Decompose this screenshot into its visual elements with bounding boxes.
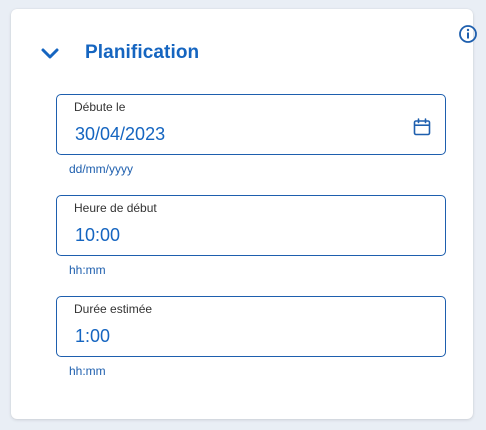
start-time-label: Heure de début: [74, 201, 157, 215]
section-title: Planification: [85, 42, 200, 63]
start-date-label: Débute le: [74, 100, 126, 114]
duration-value: 1:00: [75, 326, 111, 346]
collapse-button[interactable]: [40, 46, 60, 62]
planification-card: Planification Débute le 30/04/2023 dd/mm…: [11, 9, 477, 419]
chevron-down-icon: [41, 48, 59, 59]
calendar-icon: [413, 118, 431, 136]
duration-field[interactable]: Durée estimée 1:00: [56, 296, 446, 357]
start-time-hint: hh:mm: [69, 263, 106, 277]
start-date-field[interactable]: Débute le 30/04/2023: [56, 94, 446, 155]
section-header: Planification: [11, 9, 473, 79]
start-date-hint: dd/mm/yyyy: [69, 162, 134, 176]
start-time-field[interactable]: Heure de début 10:00: [56, 195, 446, 256]
duration-label: Durée estimée: [74, 302, 153, 316]
duration-hint: hh:mm: [69, 364, 106, 378]
start-date-value: 30/04/2023: [75, 124, 166, 144]
start-time-value: 10:00: [75, 225, 121, 245]
date-picker-button[interactable]: [412, 117, 432, 137]
